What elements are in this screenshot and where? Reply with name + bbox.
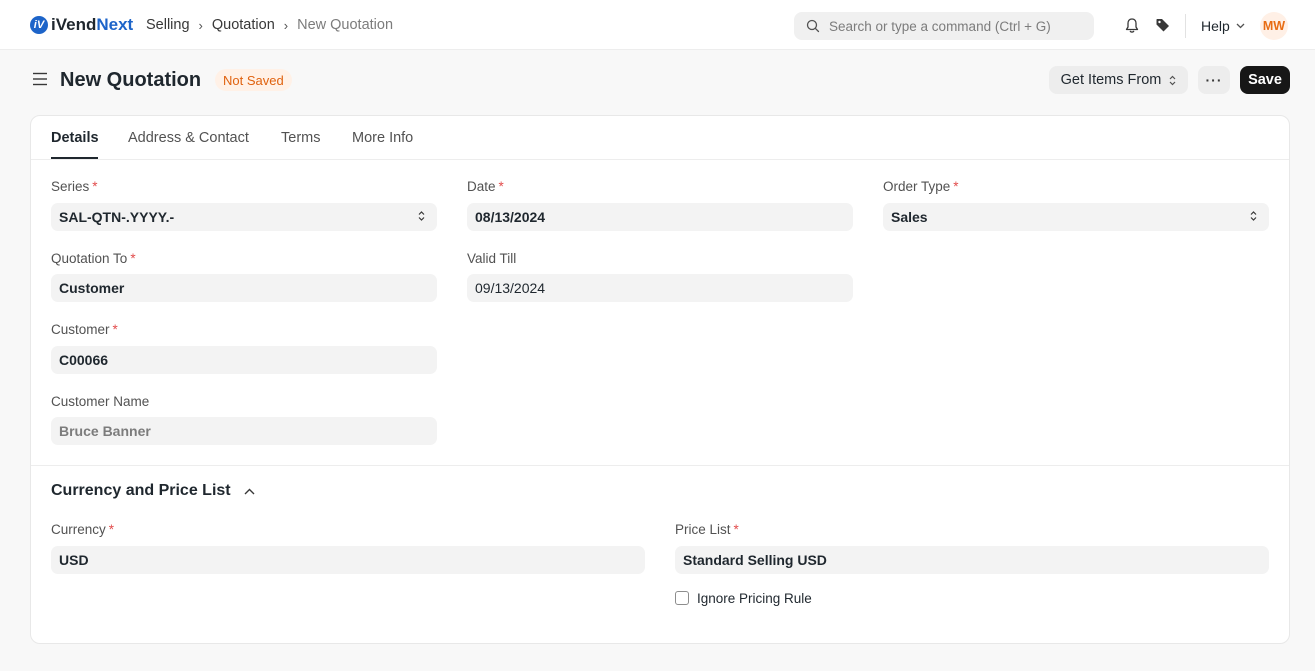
tab-address-contact[interactable]: Address & Contact — [128, 130, 249, 146]
chevron-up-icon — [244, 488, 255, 494]
chevron-right-icon: › — [198, 17, 203, 33]
tab-terms[interactable]: Terms — [281, 130, 320, 146]
breadcrumb-quotation[interactable]: Quotation — [212, 17, 275, 33]
ignore-pricing-rule-checkbox[interactable] — [675, 591, 689, 605]
tab-details[interactable]: Details — [51, 130, 99, 146]
logo-prefix: iVend — [51, 15, 97, 34]
series-label: Series * — [51, 179, 98, 194]
search-input[interactable]: Search or type a command (Ctrl + G) — [794, 12, 1094, 40]
updown-icon — [1250, 211, 1257, 221]
get-items-from-button[interactable]: Get Items From — [1049, 66, 1188, 94]
section-divider — [31, 465, 1289, 466]
breadcrumb: Selling › Quotation › New Quotation — [146, 17, 393, 33]
status-badge: Not Saved — [215, 69, 292, 91]
section-title: Currency and Price List — [51, 482, 231, 499]
save-button[interactable]: Save — [1240, 66, 1290, 94]
customer-name-field: Bruce Banner — [51, 417, 437, 445]
search-placeholder: Search or type a command (Ctrl + G) — [829, 18, 1051, 34]
currency-field[interactable]: USD — [51, 546, 645, 574]
more-actions-button[interactable]: ··· — [1198, 66, 1230, 94]
price-list-value: Standard Selling USD — [683, 552, 827, 568]
date-value: 08/13/2024 — [475, 209, 546, 225]
logo-suffix: Next — [96, 15, 134, 34]
price-list-field[interactable]: Standard Selling USD — [675, 546, 1269, 574]
navbar: iV iVendNext Selling › Quotation › New Q… — [0, 0, 1315, 50]
customer-name-value: Bruce Banner — [59, 423, 151, 439]
currency-value: USD — [59, 552, 89, 568]
logo-mark-icon: iV — [30, 16, 48, 34]
avatar[interactable]: MW — [1260, 12, 1288, 40]
bell-icon[interactable] — [1124, 17, 1140, 34]
page-title: New Quotation — [60, 69, 202, 91]
valid-till-value: 09/13/2024 — [475, 280, 546, 296]
valid-till-field[interactable]: 09/13/2024 — [467, 274, 853, 302]
valid-till-label: Valid Till — [467, 251, 517, 266]
form-card: Details Address & Contact Terms More Inf… — [30, 115, 1290, 644]
date-label: Date * — [467, 179, 504, 194]
chevron-right-icon: › — [283, 17, 289, 33]
order-type-label: Order Type * — [883, 179, 959, 194]
search-icon — [806, 19, 820, 33]
customer-label: Customer * — [51, 322, 118, 337]
quotation-to-label: Quotation To * — [51, 251, 136, 266]
breadcrumb-selling[interactable]: Selling — [146, 17, 190, 33]
breadcrumb-current: New Quotation — [297, 17, 394, 33]
form-tabs: Details Address & Contact Terms More Inf… — [31, 116, 1289, 160]
order-type-value: Sales — [891, 209, 928, 225]
price-list-label: Price List * — [675, 522, 739, 537]
ignore-pricing-rule-label[interactable]: Ignore Pricing Rule — [697, 591, 812, 606]
app-logo[interactable]: iV iVendNext — [30, 15, 133, 35]
date-field[interactable]: 08/13/2024 — [467, 203, 853, 231]
quotation-to-value: Customer — [59, 280, 125, 296]
hamburger-icon[interactable] — [32, 72, 48, 86]
tab-more-info[interactable]: More Info — [352, 130, 413, 146]
help-menu-button[interactable]: Help — [1201, 18, 1245, 34]
page-header: New Quotation Not Saved Get Items From ·… — [0, 50, 1315, 110]
customer-name-label: Customer Name — [51, 394, 150, 409]
currency-section-header[interactable]: Currency and Price List — [51, 482, 255, 500]
order-type-select[interactable]: Sales — [883, 203, 1269, 231]
series-value: SAL-QTN-.YYYY.- — [59, 209, 175, 225]
updown-icon — [418, 211, 425, 221]
tag-icon[interactable] — [1155, 17, 1171, 33]
navbar-divider — [1185, 14, 1186, 38]
customer-field[interactable]: C00066 — [51, 346, 437, 374]
updown-icon — [1169, 75, 1176, 85]
active-tab-indicator — [51, 157, 98, 159]
quotation-to-field[interactable]: Customer — [51, 274, 437, 302]
help-label: Help — [1201, 18, 1230, 34]
currency-label: Currency * — [51, 522, 115, 537]
chevron-down-icon — [1236, 23, 1245, 29]
series-select[interactable]: SAL-QTN-.YYYY.- — [51, 203, 437, 231]
logo-text: iVendNext — [51, 15, 133, 35]
get-items-label: Get Items From — [1060, 72, 1162, 88]
customer-value: C00066 — [59, 352, 109, 368]
